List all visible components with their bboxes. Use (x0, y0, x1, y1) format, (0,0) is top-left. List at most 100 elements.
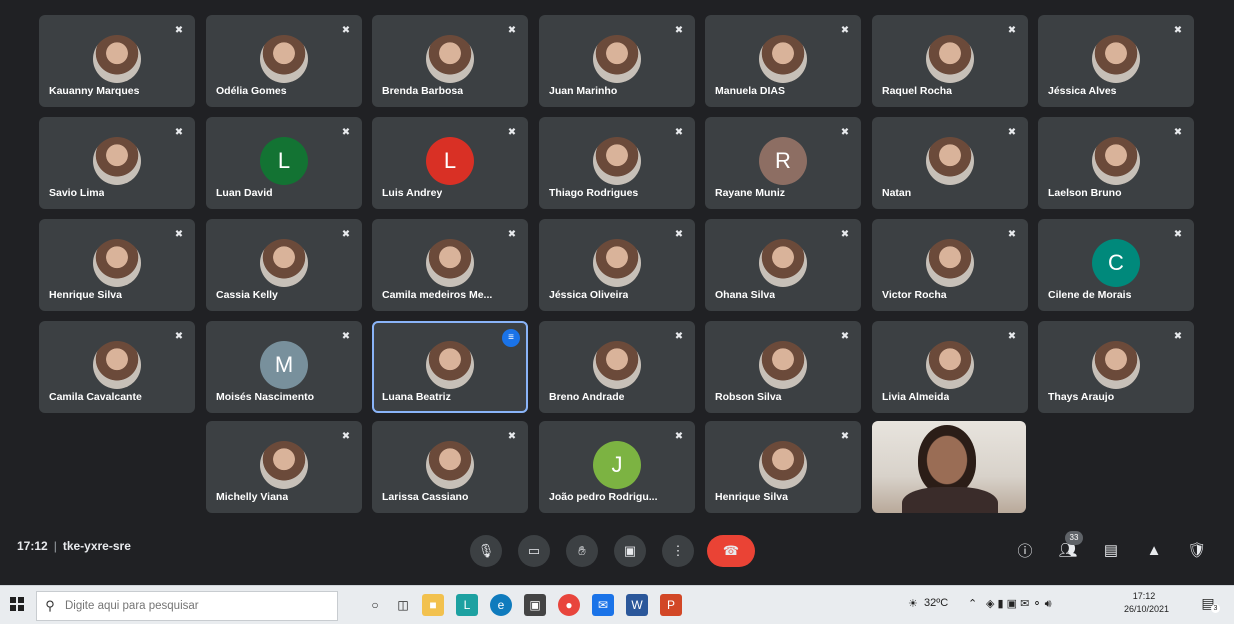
participant-tile[interactable]: Victor Rocha ✖ (872, 219, 1028, 311)
muted-mic-icon: ✖ (1173, 229, 1183, 240)
edge-icon[interactable]: e (490, 594, 512, 616)
participant-tile[interactable]: Luana Beatriz ≡ (372, 321, 528, 413)
present-screen-button[interactable]: ▣ (614, 535, 646, 567)
muted-mic-icon: ✖ (674, 229, 684, 240)
participant-avatar (426, 341, 474, 389)
camera-icon: ▭ (527, 543, 541, 558)
participant-tile[interactable]: C Cilene de Morais ✖ (1038, 219, 1194, 311)
cortana-icon[interactable]: ○ (364, 594, 386, 616)
participant-avatar (260, 239, 308, 287)
muted-mic-icon: ✖ (174, 331, 184, 342)
participant-tile[interactable]: Jéssica Alves ✖ (1038, 15, 1194, 107)
participant-tile[interactable]: Henrique Silva ✖ (39, 219, 195, 311)
task-view-icon[interactable]: ◫ (392, 594, 414, 616)
mic-toggle-button[interactable]: 🎙︎ (470, 535, 502, 567)
leave-call-button[interactable]: ☎︎ (707, 535, 755, 567)
participant-avatar (926, 137, 974, 185)
tray-app-icons[interactable]: ◈ ▮ ▣ ✉︎ ⚬ 🔊︎ (986, 597, 1052, 611)
host-controls-button[interactable]: 🛡︎ (1184, 537, 1210, 563)
participant-name: Breno Andrade (549, 391, 625, 403)
muted-mic-icon: ✖ (1007, 331, 1017, 342)
participant-name: Cassia Kelly (216, 289, 278, 301)
participant-avatar (759, 441, 807, 489)
notification-count: 3 (1211, 604, 1220, 613)
muted-mic-icon: ✖ (1173, 25, 1183, 36)
participant-tile[interactable]: Juan Marinho ✖ (539, 15, 695, 107)
participant-tile[interactable]: Larissa Cassiano ✖ (372, 421, 528, 513)
windows-start-icon[interactable] (10, 597, 24, 611)
microphone-icon: 🎙︎ (477, 543, 495, 558)
mail-icon[interactable]: ✉︎ (592, 594, 614, 616)
participant-tile[interactable]: Thiago Rodrigues ✖ (539, 117, 695, 209)
app-l-icon[interactable]: L (456, 594, 478, 616)
participant-tile[interactable]: L Luis Andrey ✖ (372, 117, 528, 209)
muted-mic-icon: ✖ (507, 229, 517, 240)
participant-tile[interactable]: Savio Lima ✖ (39, 117, 195, 209)
participant-tile[interactable]: Manuela DIAS ✖ (705, 15, 861, 107)
participant-avatar: C (1092, 239, 1140, 287)
people-button[interactable]: 👥︎ 33 (1055, 531, 1083, 563)
participant-tile[interactable]: Natan ✖ (872, 117, 1028, 209)
participant-tile[interactable]: Breno Andrade ✖ (539, 321, 695, 413)
participant-tile[interactable]: L Luan David ✖ (206, 117, 362, 209)
raise-hand-button[interactable]: ✋︎ (566, 535, 598, 567)
participant-name: Robson Silva (715, 391, 782, 403)
participant-name: Savio Lima (49, 187, 105, 199)
participant-tile[interactable]: Robson Silva ✖ (705, 321, 861, 413)
speaking-indicator-icon: ≡ (502, 329, 520, 347)
search-icon: ⚲ (45, 598, 55, 613)
participant-avatar (93, 341, 141, 389)
participant-tile[interactable]: R Rayane Muniz ✖ (705, 117, 861, 209)
participant-tile[interactable]: Livia Almeida ✖ (872, 321, 1028, 413)
activities-button[interactable]: ▲ (1141, 537, 1167, 563)
self-view-tile[interactable] (872, 421, 1026, 513)
participant-tile[interactable]: Thays Araujo ✖ (1038, 321, 1194, 413)
participant-name: Brenda Barbosa (382, 85, 464, 97)
weather-icon[interactable]: ☀︎ (908, 597, 918, 610)
participant-tile[interactable]: Ohana Silva ✖ (705, 219, 861, 311)
powerpoint-icon[interactable]: P (660, 594, 682, 616)
participant-tile[interactable]: Raquel Rocha ✖ (872, 15, 1028, 107)
participant-tile[interactable]: Laelson Bruno ✖ (1038, 117, 1194, 209)
more-options-button[interactable]: ⋮ (662, 535, 694, 567)
participant-name: Manuela DIAS (715, 85, 786, 97)
meeting-details-button[interactable]: ⓘ (1012, 537, 1038, 563)
participant-tile[interactable]: Cassia Kelly ✖ (206, 219, 362, 311)
taskbar-search-box[interactable]: ⚲ (36, 591, 338, 621)
chat-button[interactable]: ▤ (1098, 537, 1124, 563)
notification-center-icon[interactable]: ▤ 3 (1197, 595, 1220, 615)
participant-tile[interactable]: Camila medeiros Me... ✖ (372, 219, 528, 311)
weather-temp[interactable]: 32ºC (924, 597, 948, 609)
participant-avatar (426, 35, 474, 83)
participant-avatar (1092, 137, 1140, 185)
participant-tile[interactable]: Jéssica Oliveira ✖ (539, 219, 695, 311)
participant-tile[interactable]: Brenda Barbosa ✖ (372, 15, 528, 107)
participant-tile[interactable]: Michelly Viana ✖ (206, 421, 362, 513)
participant-name: Odélia Gomes (216, 85, 287, 97)
tray-chevron-icon[interactable]: ⌃ (968, 597, 977, 610)
participant-avatar (593, 137, 641, 185)
present-screen-icon: ▣ (623, 543, 637, 558)
word-icon[interactable]: W (626, 594, 648, 616)
taskbar-clock[interactable]: 17:12 26/10/2021 (1124, 590, 1169, 616)
participant-tile[interactable]: Henrique Silva ✖ (705, 421, 861, 513)
participant-name: Victor Rocha (882, 289, 947, 301)
participant-tile[interactable]: Camila Cavalcante ✖ (39, 321, 195, 413)
camera-toggle-button[interactable]: ▭ (518, 535, 550, 567)
participant-avatar (926, 35, 974, 83)
muted-mic-icon: ✖ (1007, 127, 1017, 138)
muted-mic-icon: ✖ (174, 25, 184, 36)
participant-tile[interactable]: Odélia Gomes ✖ (206, 15, 362, 107)
chrome-icon[interactable]: ● (558, 594, 580, 616)
taskbar-search-input[interactable] (63, 599, 327, 613)
store-icon[interactable]: ▣ (524, 594, 546, 616)
participant-tile[interactable]: M Moisés Nascimento ✖ (206, 321, 362, 413)
muted-mic-icon: ✖ (174, 127, 184, 138)
meeting-control-bar: 17:12 | tke-yxre-sre 🎙︎ ▭ ✋︎ ▣ ⋮ ☎︎ ⓘ 👥︎ 3… (0, 527, 1234, 575)
participant-avatar (426, 239, 474, 287)
file-explorer-icon[interactable]: ■ (422, 594, 444, 616)
participant-tile[interactable]: Kauanny Marques ✖ (39, 15, 195, 107)
muted-mic-icon: ✖ (341, 331, 351, 342)
participant-tile[interactable]: J João pedro Rodrigu... ✖ (539, 421, 695, 513)
meeting-info-separator: | (53, 539, 57, 553)
